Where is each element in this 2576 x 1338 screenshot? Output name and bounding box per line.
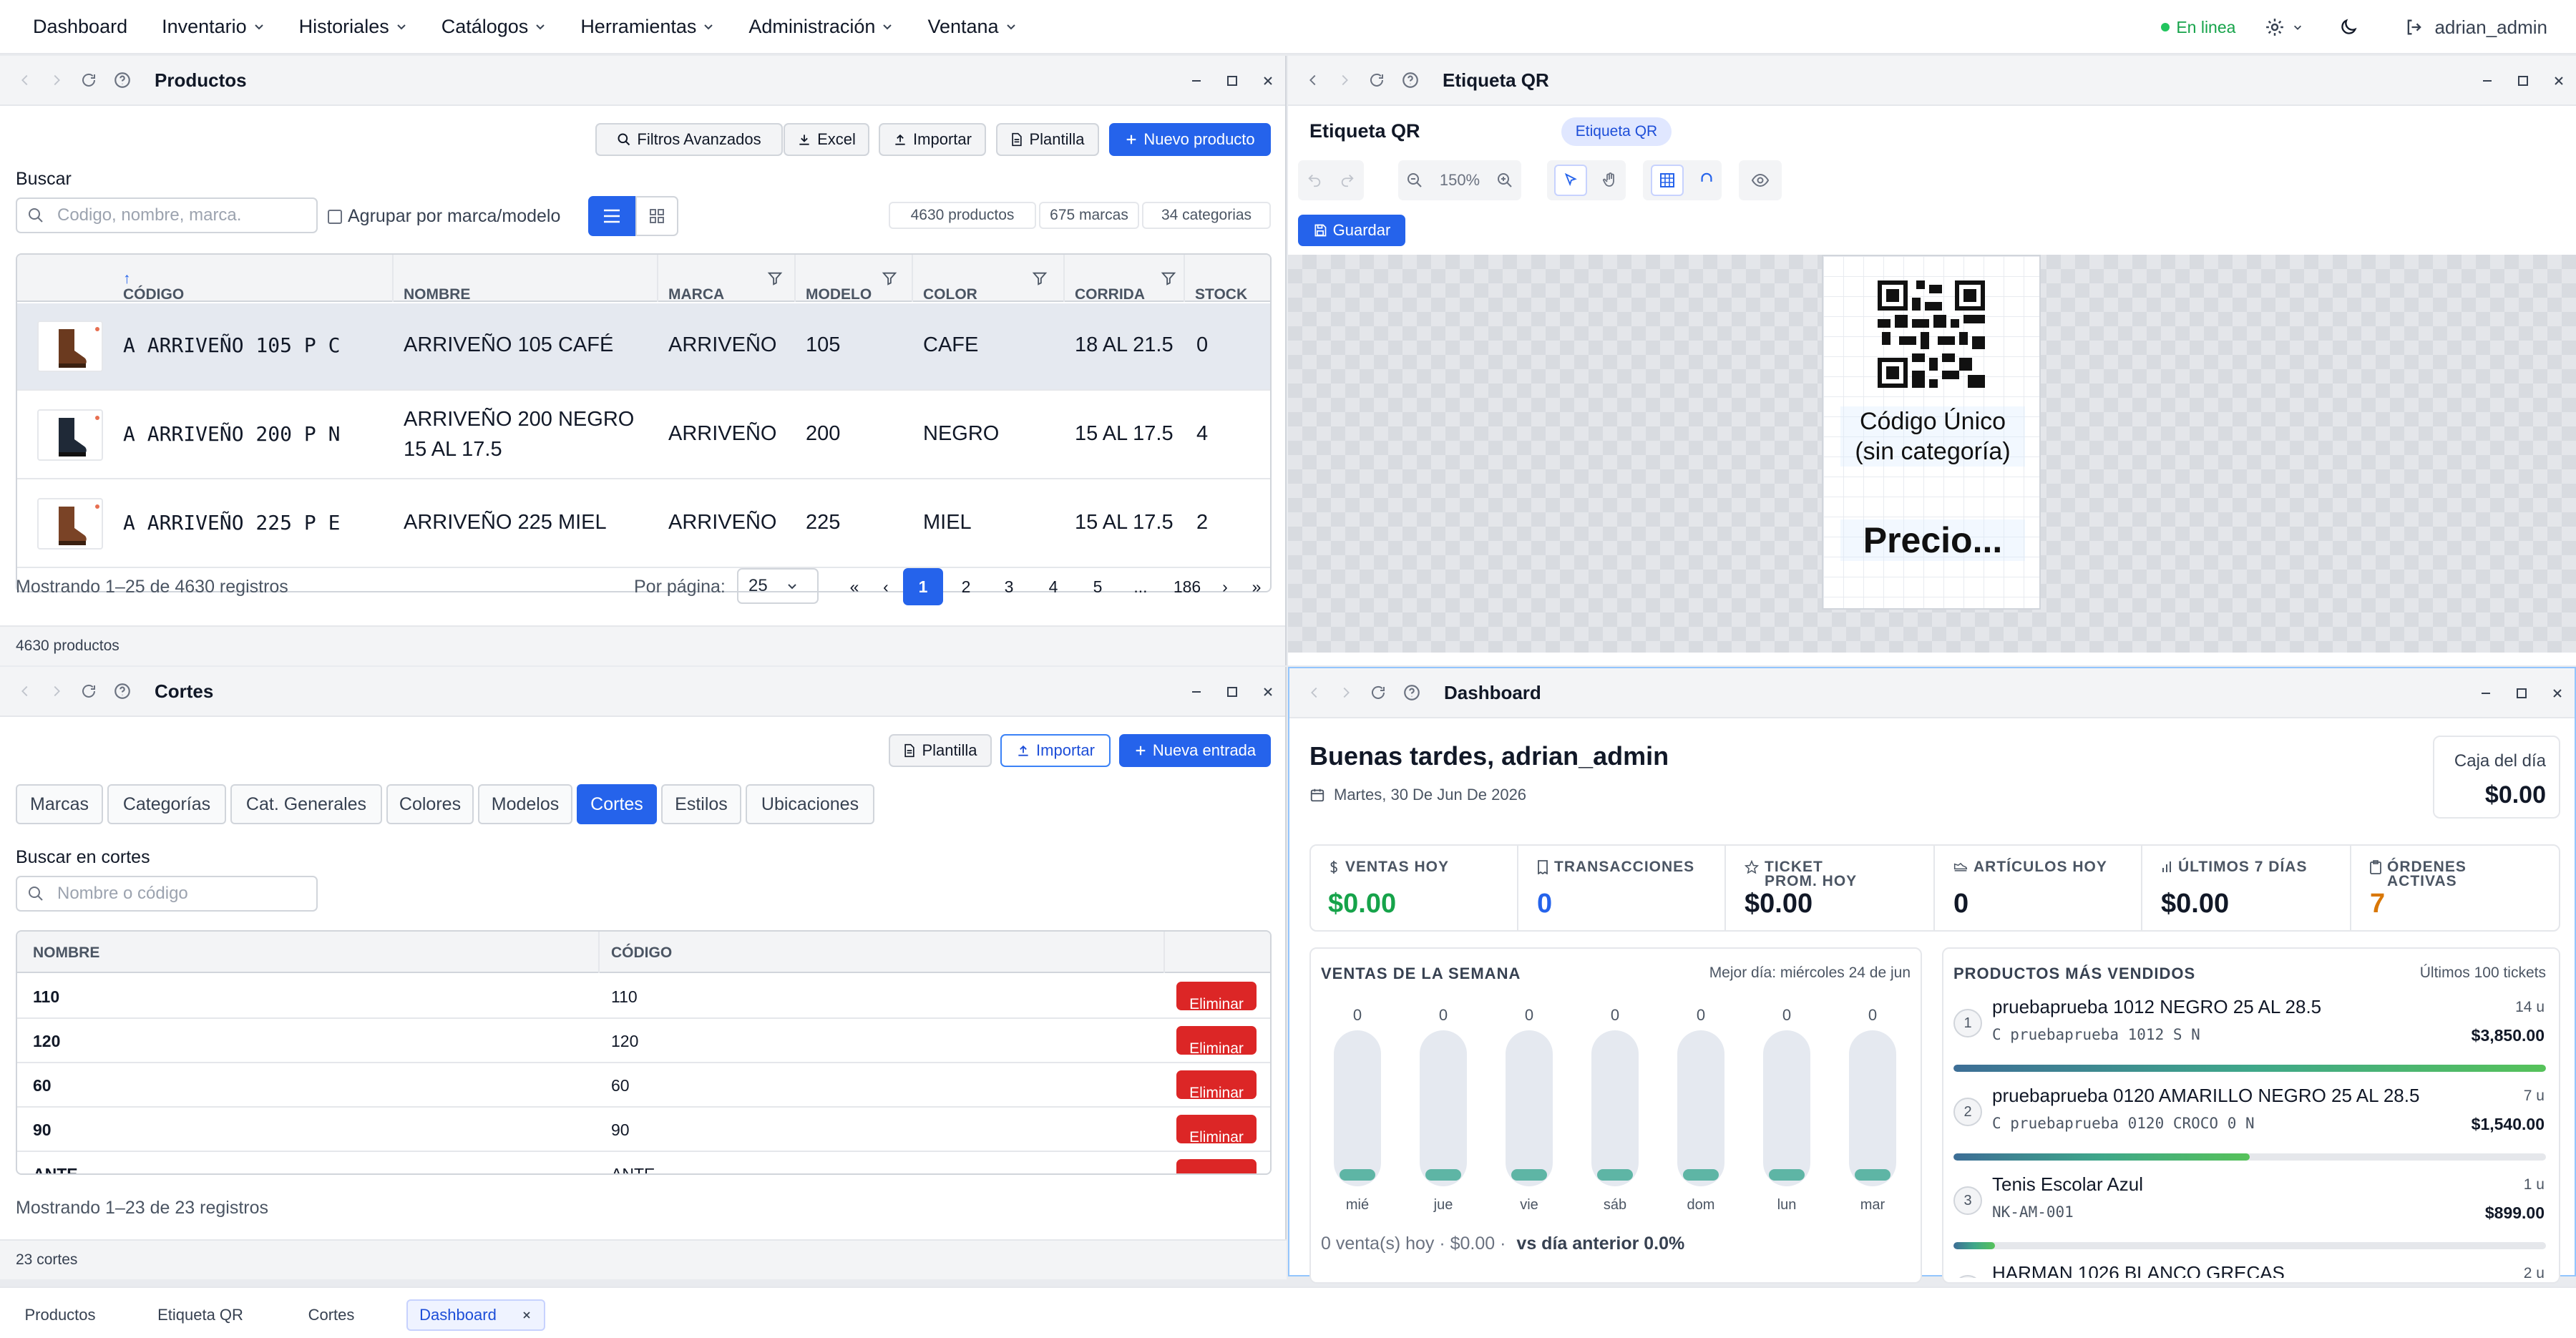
task-dashboard[interactable]: Dashboard xyxy=(406,1299,545,1331)
product-qty: 2 u xyxy=(2523,1265,2545,1278)
task-label: Cortes xyxy=(308,1306,355,1324)
task-cortes[interactable]: Cortes xyxy=(292,1299,371,1331)
task-productos[interactable]: Productos xyxy=(10,1299,110,1331)
task-etiqueta-qr[interactable]: Etiqueta QR xyxy=(143,1299,258,1331)
window-taskbar: Productos Etiqueta QR Cortes Dashboard xyxy=(0,1286,2576,1338)
task-label: Etiqueta QR xyxy=(157,1306,243,1324)
top-product-item[interactable]: 4 HARMAN 1026 BLANCO GRECAS 2 u xyxy=(0,0,2576,1278)
rank-badge: 4 xyxy=(1953,1275,1982,1278)
task-label: Dashboard xyxy=(419,1306,497,1324)
product-name: HARMAN 1026 BLANCO GRECAS xyxy=(1992,1262,2285,1278)
close-icon[interactable] xyxy=(521,1309,532,1321)
task-label: Productos xyxy=(24,1306,96,1324)
